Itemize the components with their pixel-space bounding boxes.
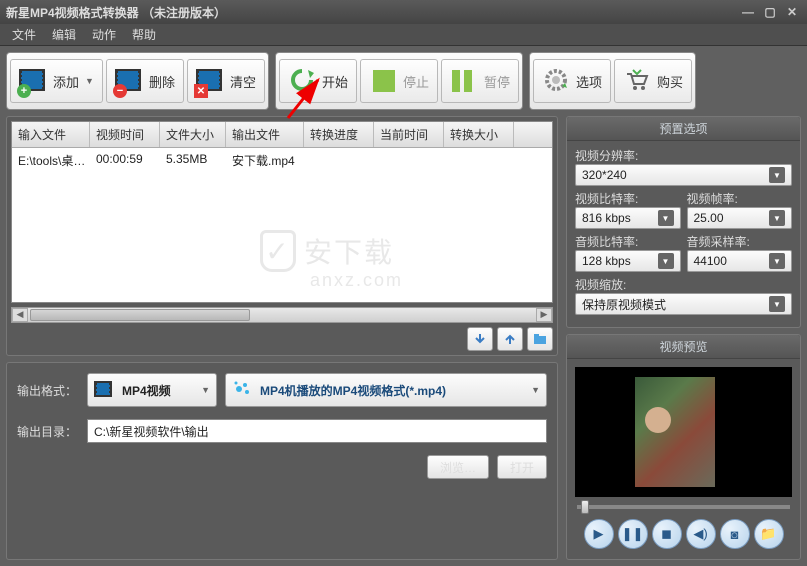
horizontal-scrollbar[interactable]: ◀ ▶ <box>11 307 553 323</box>
options-button[interactable]: 选项 <box>533 59 611 103</box>
audio-bitrate-label: 音频比特率: <box>575 233 681 250</box>
framerate-label: 视频帧率: <box>687 190 793 207</box>
buy-button[interactable]: 购买 <box>614 59 692 103</box>
titlebar: 新星MP4视频格式转换器 （未注册版本） — ▢ ✕ <box>0 0 807 24</box>
preset-title: 预置选项 <box>567 117 800 141</box>
table-row[interactable]: E:\tools\桌… 00:00:59 5.35MB 安下载.mp4 <box>12 148 552 173</box>
chevron-down-icon: ▼ <box>658 210 674 226</box>
chevron-down-icon: ▼ <box>769 296 785 312</box>
stop-playback-button[interactable]: ◼ <box>652 519 682 549</box>
volume-button[interactable]: ◀) <box>686 519 716 549</box>
scroll-thumb[interactable] <box>30 309 250 321</box>
clear-button[interactable]: ✕ 清空 <box>187 59 265 103</box>
col-progress[interactable]: 转换进度 <box>304 122 374 147</box>
window-title: 新星MP4视频格式转换器 （未注册版本） <box>6 4 226 21</box>
delete-button[interactable]: − 删除 <box>106 59 184 103</box>
output-format-select[interactable]: MP4视频 ▼ <box>87 373 217 407</box>
play-button[interactable]: ▶ <box>584 519 614 549</box>
gear-icon <box>542 66 572 96</box>
chevron-down-icon: ▼ <box>769 253 785 269</box>
menu-help[interactable]: 帮助 <box>124 24 164 45</box>
output-dir-input[interactable]: C:\新星视频软件\输出 <box>87 419 547 443</box>
move-down-button[interactable] <box>467 327 493 351</box>
col-size[interactable]: 文件大小 <box>160 122 226 147</box>
preview-panel: 视频预览 ▶ ❚❚ ◼ ◀) ◙ 📁 <box>566 334 801 560</box>
film-add-icon: + <box>19 66 49 96</box>
film-icon <box>94 379 116 401</box>
resolution-select[interactable]: 320*240▼ <box>575 164 792 186</box>
browse-button[interactable]: 浏览… <box>427 455 489 479</box>
col-curtime[interactable]: 当前时间 <box>374 122 444 147</box>
film-delete-icon: − <box>115 66 145 96</box>
snapshot-button[interactable]: ◙ <box>720 519 750 549</box>
chevron-down-icon: ▼ <box>201 385 210 395</box>
sample-rate-select[interactable]: 44100▼ <box>687 250 793 272</box>
move-up-button[interactable] <box>497 327 523 351</box>
cart-icon <box>623 66 653 96</box>
stop-icon <box>369 66 399 96</box>
open-folder-button[interactable]: 📁 <box>754 519 784 549</box>
output-dir-label: 输出目录： <box>17 423 79 440</box>
stop-button[interactable]: 停止 <box>360 59 438 103</box>
preset-panel: 预置选项 视频分辨率: 320*240▼ 视频比特率: 816 kbps▼ 视频… <box>566 116 801 328</box>
output-profile-select[interactable]: MP4机播放的MP4视频格式(*.mp4) ▼ <box>225 373 547 407</box>
start-button[interactable]: 开始 <box>279 59 357 103</box>
pause-icon <box>450 66 480 96</box>
chevron-down-icon: ▼ <box>658 253 674 269</box>
menubar: 文件 编辑 动作 帮助 <box>0 24 807 46</box>
chevron-down-icon: ▼ <box>531 385 540 395</box>
col-input[interactable]: 输入文件 <box>12 122 90 147</box>
refresh-icon <box>288 66 318 96</box>
preview-thumbnail <box>635 377 715 487</box>
chevron-down-icon: ▼ <box>769 167 785 183</box>
preview-title: 视频预览 <box>567 335 800 359</box>
scroll-left-button[interactable]: ◀ <box>12 308 28 322</box>
folder-button[interactable] <box>527 327 553 351</box>
minimize-button[interactable]: — <box>739 5 757 19</box>
pause-button[interactable]: 暂停 <box>441 59 519 103</box>
sample-rate-label: 音频采样率: <box>687 233 793 250</box>
preview-display <box>575 367 792 497</box>
output-panel: 输出格式： MP4视频 ▼ MP4机播放的MP4视频格式(*.mp4) ▼ <box>6 362 558 560</box>
audio-bitrate-select[interactable]: 128 kbps▼ <box>575 250 681 272</box>
col-duration[interactable]: 视频时间 <box>90 122 160 147</box>
output-format-label: 输出格式： <box>17 382 79 399</box>
scale-label: 视频缩放: <box>575 276 792 293</box>
menu-file[interactable]: 文件 <box>4 24 44 45</box>
chevron-down-icon: ▼ <box>85 76 94 86</box>
col-convsize[interactable]: 转换大小 <box>444 122 514 147</box>
chevron-down-icon: ▼ <box>769 210 785 226</box>
film-clear-icon: ✕ <box>196 66 226 96</box>
scale-select[interactable]: 保持原视频模式▼ <box>575 293 792 315</box>
seek-slider[interactable] <box>577 505 790 509</box>
menu-action[interactable]: 动作 <box>84 24 124 45</box>
pause-playback-button[interactable]: ❚❚ <box>618 519 648 549</box>
close-button[interactable]: ✕ <box>783 5 801 19</box>
open-button[interactable]: 打开 <box>497 455 547 479</box>
resolution-label: 视频分辨率: <box>575 147 792 164</box>
framerate-select[interactable]: 25.00▼ <box>687 207 793 229</box>
scroll-right-button[interactable]: ▶ <box>536 308 552 322</box>
menu-edit[interactable]: 编辑 <box>44 24 84 45</box>
toolbar: + 添加 ▼ − 删除 ✕ 清空 开始 <box>6 52 801 110</box>
file-table-panel: 输入文件 视频时间 文件大小 输出文件 转换进度 当前时间 转换大小 E:\to… <box>6 116 558 356</box>
col-output[interactable]: 输出文件 <box>226 122 304 147</box>
file-table[interactable]: 输入文件 视频时间 文件大小 输出文件 转换进度 当前时间 转换大小 E:\to… <box>11 121 553 303</box>
video-bitrate-label: 视频比特率: <box>575 190 681 207</box>
maximize-button[interactable]: ▢ <box>761 5 779 19</box>
add-button[interactable]: + 添加 ▼ <box>10 59 103 103</box>
video-bitrate-select[interactable]: 816 kbps▼ <box>575 207 681 229</box>
profile-icon <box>232 378 254 403</box>
